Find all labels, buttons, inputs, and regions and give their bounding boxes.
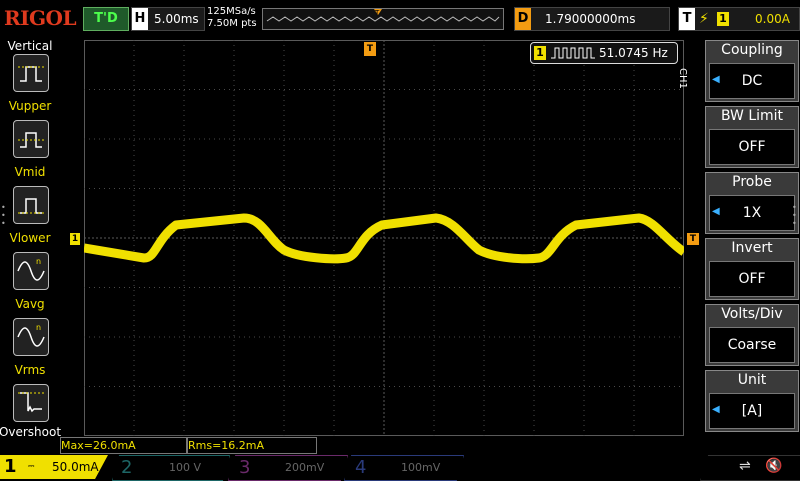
measure-vrms[interactable]: n Vrms — [0, 318, 60, 378]
menu-scroll-dots[interactable]: • • • — [792, 204, 797, 228]
menu-value: OFF — [738, 271, 766, 287]
sample-rate: 125MSa/s — [207, 6, 256, 17]
ch2-scale: 100 V — [169, 461, 202, 474]
menu-title: Probe — [732, 174, 772, 190]
menu-title: Coupling — [721, 42, 783, 58]
menu-unit[interactable]: Unit ◀ [A] — [705, 370, 799, 432]
ch1-scale: 50.0mA — [52, 460, 99, 474]
delay-readout[interactable]: D 1.79000000ms — [514, 7, 670, 31]
measure-max[interactable]: Max=26.0mA — [60, 437, 187, 454]
trigger-level-marker[interactable]: T — [687, 233, 699, 245]
menu-value-box: ◀ DC — [709, 63, 795, 99]
menu-probe[interactable]: Probe ◀ 1X — [705, 172, 799, 234]
delay-value: 1.79000000ms — [545, 12, 636, 26]
menu-value: 1X — [742, 205, 762, 221]
measure-overshoot[interactable]: Overshoot — [0, 384, 62, 444]
acquisition-info: 125MSa/s 7.50M pts — [207, 6, 257, 30]
measure-label: Vlower — [9, 231, 51, 245]
menu-value-box: Coarse — [709, 327, 795, 363]
frequency-readout: 1 51.0745 Hz — [530, 42, 678, 64]
ch1-ground-marker[interactable]: 1 — [70, 233, 80, 245]
menu-value: DC — [741, 73, 763, 89]
trigger-readout[interactable]: T ⚡ 1 0.00A — [678, 7, 800, 31]
measure-label: Overshoot — [0, 425, 62, 439]
top-status-bar: RIGOL T'D H 5.00ms 125MSa/s 7.50M pts T … — [0, 0, 800, 36]
menu-title: Volts/Div — [721, 306, 783, 322]
memory-overview: T — [262, 8, 504, 30]
ch3-slot[interactable]: 3 200mV — [228, 455, 348, 481]
delay-label: D — [515, 8, 531, 30]
measure-label: Vupper — [8, 99, 52, 113]
horizontal-label: H — [132, 8, 148, 30]
menu-title: Invert — [731, 240, 773, 256]
timebase-value: 5.00ms — [154, 12, 199, 26]
measure-vmid[interactable]: Vmid — [0, 120, 60, 180]
svg-text:n: n — [36, 257, 41, 266]
menu-value-box: ◀ 1X — [709, 195, 795, 231]
vrms-icon: n — [13, 318, 49, 356]
vmid-icon — [13, 120, 49, 158]
sidebar-title: Vertical — [7, 39, 53, 53]
ch3-scale: 200mV — [285, 461, 325, 474]
svg-text:T: T — [374, 9, 380, 17]
trigger-level: 0.00A — [755, 12, 790, 26]
menu-value: Coarse — [727, 337, 777, 353]
dc-coupling-icon: ⎓ — [28, 461, 35, 470]
menu-value-box: OFF — [709, 261, 795, 297]
channel-tag: CH1 — [677, 68, 688, 89]
ch3-number: 3 — [239, 457, 251, 478]
ch2-slot[interactable]: 2 100 V — [112, 455, 230, 481]
vupper-icon — [13, 54, 49, 92]
menu-volts-div[interactable]: Volts/Div Coarse — [705, 304, 799, 366]
ch1-number: 1 — [4, 456, 17, 477]
menu-coupling[interactable]: Coupling ◀ DC — [705, 40, 799, 102]
trigger-time-marker[interactable]: T — [364, 42, 376, 56]
measure-label: Vrms — [14, 363, 46, 377]
measure-vavg[interactable]: n Vavg — [0, 252, 60, 312]
trigger-status: T'D — [83, 7, 129, 31]
menu-value: OFF — [738, 139, 766, 155]
trigger-label: T — [679, 8, 695, 30]
menu-bw-limit[interactable]: BW Limit OFF — [705, 106, 799, 168]
ch4-scale: 100mV — [401, 461, 441, 474]
frequency-value: 51.0745 Hz — [599, 46, 668, 60]
measure-label: Vavg — [15, 297, 45, 311]
horizontal-timebase[interactable]: H 5.00ms — [131, 7, 205, 31]
square-wave-icon — [551, 47, 595, 59]
speaker-muted-icon[interactable]: 🔇 — [765, 458, 782, 474]
vlower-icon — [13, 186, 49, 224]
channel-menu: Coupling ◀ DC BW Limit OFF Probe ◀ 1X In… — [705, 40, 800, 436]
scroll-dots[interactable]: • • • — [1, 204, 6, 228]
graticule — [83, 40, 687, 436]
menu-value-box: ◀ [A] — [709, 393, 795, 429]
measure-vupper[interactable]: Vupper — [0, 54, 60, 114]
rising-edge-icon: ⚡ — [699, 11, 709, 27]
svg-text:n: n — [36, 323, 41, 332]
menu-title: Unit — [737, 372, 767, 388]
menu-title: BW Limit — [720, 108, 784, 124]
vavg-icon: n — [13, 252, 49, 290]
ch2-number: 2 — [121, 457, 133, 478]
measure-label: Vmid — [14, 165, 46, 179]
measure-vlower[interactable]: Vlower — [0, 186, 60, 246]
ch4-slot[interactable]: 4 100mV — [344, 455, 464, 481]
menu-value-box: OFF — [709, 129, 795, 165]
usb-icon: ⇌ — [739, 458, 751, 474]
menu-invert[interactable]: Invert OFF — [705, 238, 799, 300]
waveform-overview: T — [266, 9, 500, 22]
measure-rms[interactable]: Rms=16.2mA — [187, 437, 317, 454]
trigger-source: 1 — [717, 12, 729, 26]
brand-logo: RIGOL — [4, 6, 77, 30]
overshoot-icon — [13, 384, 49, 422]
status-icons: ⇌ 🔇 — [700, 455, 800, 481]
ch1-slot[interactable]: 1 ⎓ 50.0mA — [0, 455, 108, 479]
menu-value: [A] — [741, 403, 763, 419]
freq-channel: 1 — [534, 46, 546, 60]
waveform-display[interactable] — [83, 40, 687, 436]
memory-depth: 7.50M pts — [207, 18, 257, 29]
ch4-number: 4 — [355, 457, 367, 478]
